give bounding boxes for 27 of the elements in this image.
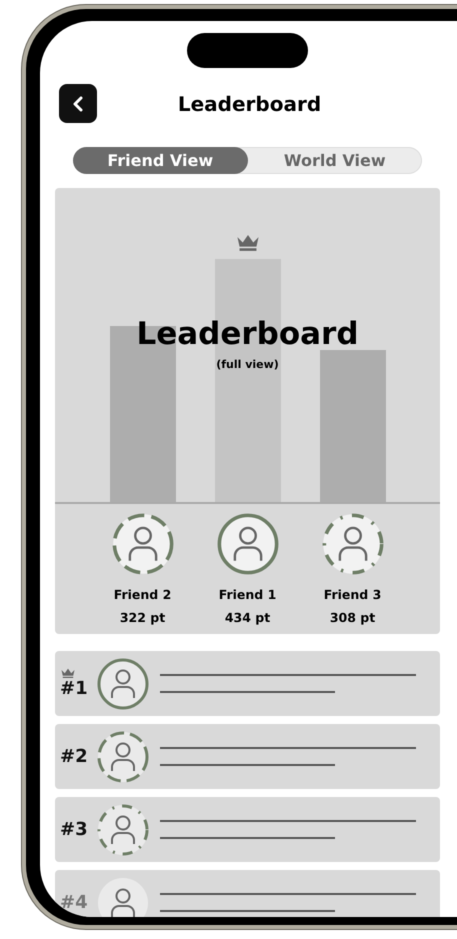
leaderboard-row[interactable]: #1 [55,651,440,716]
friend-name: Friend 2 [114,587,172,602]
avatar-icon [216,513,278,575]
back-icon [73,96,83,112]
leaderboard-row[interactable]: #3 [55,797,440,862]
friend-points: 308 pt [330,610,376,625]
friend-points: 322 pt [120,610,166,625]
friend-name: Friend 3 [324,587,382,602]
back-button[interactable] [59,84,97,123]
rank-label: #3 [60,819,88,840]
avatar-icon [322,513,384,575]
page-title: Leaderboard [176,92,322,116]
avatar-icon [97,876,149,917]
rank-label: #4 [60,892,88,913]
view-tab[interactable]: World View [248,147,422,174]
rank-label: #2 [60,746,88,767]
avatar-icon [97,730,149,782]
podium-subtitle: (full view) [216,358,279,371]
avatar-icon [97,658,149,710]
leaderboard-row[interactable]: #2 [55,724,440,789]
friend-points: 434 pt [224,610,270,625]
avatar-icon [97,804,149,856]
podium-title: Leaderboard [136,316,359,352]
view-tab[interactable]: Friend View [73,147,248,174]
friend-name: Friend 1 [218,587,276,602]
avatar-icon [112,513,174,575]
rank-label: #1 [60,678,88,700]
